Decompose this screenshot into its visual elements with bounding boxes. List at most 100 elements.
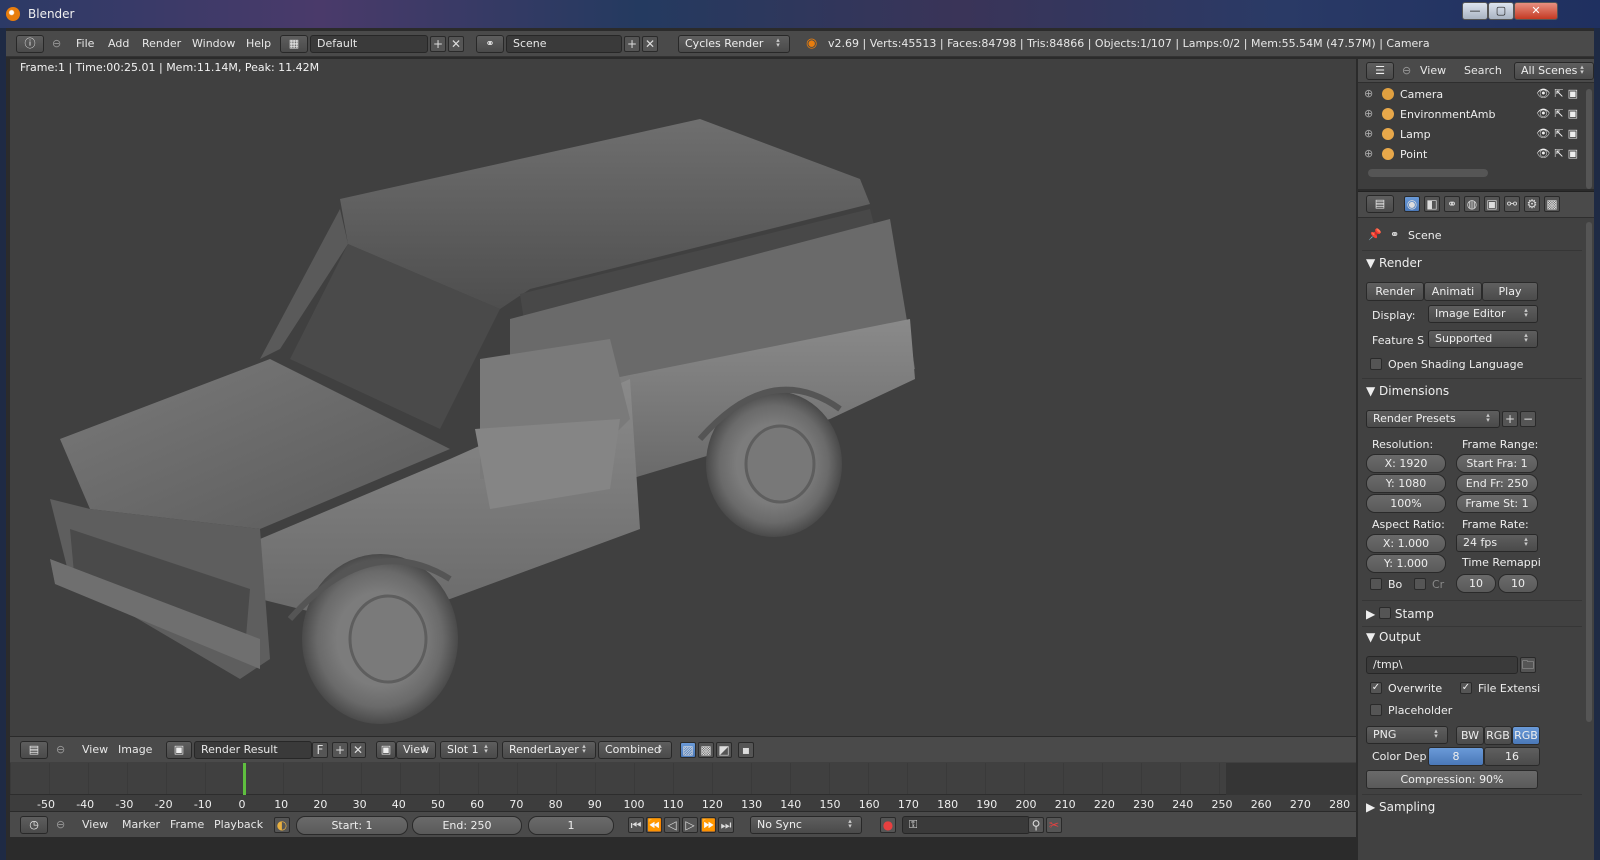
compression-slider[interactable]: Compression: 90% [1366, 770, 1538, 789]
pin-image-icon[interactable]: ▪ [738, 742, 754, 758]
properties-scrollbar[interactable] [1586, 222, 1592, 722]
scene-icon[interactable]: ⚭ [476, 35, 504, 53]
timeline-track[interactable] [10, 763, 1356, 795]
collapse-menu-icon[interactable]: ⊖ [1402, 64, 1411, 77]
collapse-menu-icon[interactable]: ⊖ [56, 818, 65, 831]
outliner-v-scrollbar[interactable] [1586, 89, 1592, 189]
start-frame-field[interactable]: Start: 1 [296, 816, 408, 835]
feature-set-dropdown[interactable]: Supported [1428, 330, 1538, 348]
render-pass-dropdown[interactable]: Combined [598, 741, 672, 759]
remap-new-field[interactable]: 10 [1498, 574, 1538, 593]
current-frame-field[interactable]: 1 [528, 816, 614, 835]
output-path-field[interactable]: /tmp\ [1366, 656, 1518, 674]
color-depth-16[interactable]: 16 [1484, 747, 1540, 766]
crop-checkbox[interactable] [1414, 578, 1426, 590]
timeline-editor[interactable]: -50 -40 -30 -20 -10 0 10 20 30 40 50 60 70 80 90 100 110… [10, 763, 1356, 813]
visibility-toggles[interactable]: 👁⇱▣ [1536, 147, 1582, 160]
visibility-toggles[interactable]: 👁⇱▣ [1536, 87, 1582, 100]
jump-keyframe-forward-icon[interactable]: ⏩ [700, 817, 716, 833]
editor-type-image-icon[interactable]: ▤ [20, 741, 48, 759]
menu-view[interactable]: View [82, 743, 108, 756]
render-engine-dropdown[interactable]: Cycles Render [678, 35, 790, 53]
modifiers-tab-icon[interactable]: ⚙ [1524, 196, 1540, 212]
add-preset-icon[interactable]: + [1502, 411, 1518, 427]
play-button[interactable]: Play [1482, 282, 1538, 301]
frame-end-field[interactable]: End Fr: 250 [1456, 474, 1538, 493]
remove-preset-icon[interactable]: − [1520, 411, 1536, 427]
new-image-icon[interactable]: + [332, 742, 348, 758]
frame-cursor[interactable] [243, 763, 246, 795]
delete-scene-icon[interactable]: ✕ [642, 36, 658, 52]
keying-set-field[interactable]: ⚿ [902, 816, 1030, 834]
render-button[interactable]: Render [1366, 282, 1424, 301]
close-button[interactable]: ✕ [1514, 2, 1558, 20]
menu-window[interactable]: Window [192, 37, 235, 50]
menu-view[interactable]: View [1420, 64, 1446, 77]
menu-file[interactable]: File [76, 37, 94, 50]
menu-add[interactable]: Add [108, 37, 129, 50]
preview-range-icon[interactable]: ◐ [274, 817, 290, 833]
z-buffer-icon[interactable]: ◩ [716, 742, 732, 758]
overwrite-checkbox[interactable]: ✓ [1370, 682, 1382, 694]
dimensions-panel-header[interactable]: ▼ Dimensions [1366, 384, 1449, 398]
outliner-item-lamp[interactable]: ⊕ Lamp 👁⇱▣ [1358, 125, 1584, 144]
play-reverse-icon[interactable]: ◁ [664, 817, 680, 833]
scene-tab-icon[interactable]: ⚭ [1444, 196, 1460, 212]
color-mode-rgba[interactable]: RGB [1512, 726, 1540, 745]
editor-type-properties-icon[interactable]: ▤ [1366, 195, 1394, 213]
menu-marker[interactable]: Marker [122, 818, 160, 831]
color-mode-rgb[interactable]: RGB [1484, 726, 1512, 745]
delete-keyframe-icon[interactable]: ✂ [1046, 817, 1062, 833]
draw-channels-icon[interactable]: ▨ [680, 742, 696, 758]
visibility-toggles[interactable]: 👁⇱▣ [1536, 107, 1582, 120]
image-name-field[interactable]: Render Result [194, 741, 312, 759]
world-tab-icon[interactable]: ◍ [1464, 196, 1480, 212]
aspect-y-field[interactable]: Y: 1.000 [1366, 554, 1446, 573]
menu-search[interactable]: Search [1464, 64, 1502, 77]
resolution-percent-field[interactable]: 100% [1366, 494, 1446, 513]
collapse-menu-icon[interactable]: ⊖ [56, 743, 65, 756]
color-depth-8[interactable]: 8 [1428, 747, 1484, 766]
slot-dropdown[interactable]: Slot 1 [440, 741, 498, 759]
menu-render[interactable]: Render [142, 37, 181, 50]
texture-tab-icon[interactable]: ▩ [1544, 196, 1560, 212]
outliner-h-scrollbar[interactable] [1368, 169, 1488, 177]
file-format-dropdown[interactable]: PNG [1366, 726, 1448, 744]
editor-type-outliner-icon[interactable]: ☰ [1366, 62, 1394, 80]
resolution-x-field[interactable]: X: 1920 [1366, 454, 1446, 473]
display-dropdown[interactable]: Image Editor [1428, 305, 1538, 323]
menu-view[interactable]: View [82, 818, 108, 831]
remap-old-field[interactable]: 10 [1456, 574, 1496, 593]
constraints-tab-icon[interactable]: ⚯ [1504, 196, 1520, 212]
outliner-item-point[interactable]: ⊕ Point 👁⇱▣ [1358, 145, 1584, 164]
color-mode-bw[interactable]: BW [1456, 726, 1484, 745]
insert-keyframe-icon[interactable]: ⚲ [1028, 817, 1044, 833]
maximize-button[interactable]: ▢ [1488, 2, 1514, 20]
render-layers-tab-icon[interactable]: ◧ [1424, 196, 1440, 212]
animation-button[interactable]: Animati [1424, 282, 1482, 301]
stamp-panel-header[interactable]: ▶ Stamp [1366, 606, 1434, 621]
editor-type-info-icon[interactable]: ⓘ [16, 35, 44, 53]
osl-checkbox[interactable] [1370, 358, 1382, 370]
output-panel-header[interactable]: ▼ Output [1366, 630, 1421, 644]
view-dropdown[interactable]: View [396, 741, 436, 759]
add-scene-icon[interactable]: + [624, 36, 640, 52]
scene-field[interactable]: Scene [506, 35, 622, 53]
menu-frame[interactable]: Frame [170, 818, 204, 831]
jump-keyframe-back-icon[interactable]: ⏪ [646, 817, 662, 833]
view-mode-icon[interactable]: ▣ [376, 741, 396, 759]
frame-step-field[interactable]: Frame St: 1 [1456, 494, 1538, 513]
editor-type-timeline-icon[interactable]: ◷ [20, 816, 48, 834]
delete-screen-icon[interactable]: ✕ [448, 36, 464, 52]
minimize-button[interactable]: — [1462, 2, 1488, 20]
image-editor-viewport[interactable]: Frame:1 | Time:00:25.01 | Mem:11.14M, Pe… [10, 59, 1356, 765]
render-panel-header[interactable]: ▼ Render [1366, 256, 1422, 270]
outliner-item-camera[interactable]: ⊕ Camera 👁⇱▣ [1358, 85, 1584, 104]
alpha-icon[interactable]: ▩ [698, 742, 714, 758]
play-icon[interactable]: ▷ [682, 817, 698, 833]
jump-end-icon[interactable]: ⏭ [718, 817, 734, 833]
frame-rate-dropdown[interactable]: 24 fps [1456, 534, 1538, 552]
menu-image[interactable]: Image [118, 743, 152, 756]
menu-help[interactable]: Help [246, 37, 271, 50]
outliner-filter-dropdown[interactable]: All Scenes [1514, 62, 1594, 80]
